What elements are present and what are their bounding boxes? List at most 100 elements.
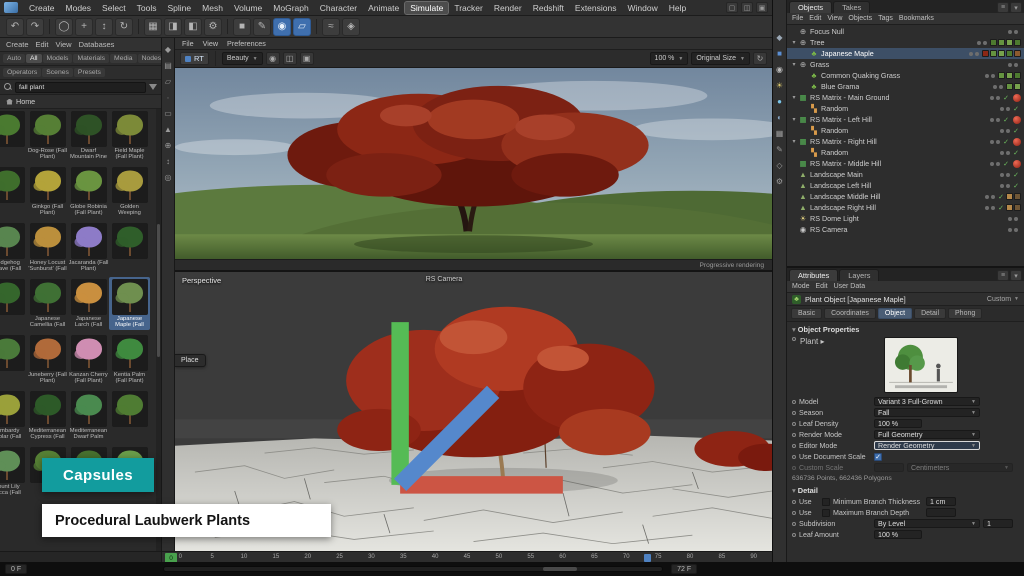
object-manager-menu-objects[interactable]: Objects (848, 15, 872, 22)
filter-tab-nodes[interactable]: Nodes (138, 54, 162, 63)
collapse-icon[interactable]: ▾ (790, 138, 798, 145)
object-manager-menu-bookmarks[interactable]: Bookmarks (899, 15, 934, 22)
visibility-dots[interactable] (1000, 107, 1010, 111)
menu-render[interactable]: Render (489, 2, 527, 14)
cube-icon[interactable]: ■ (775, 48, 785, 58)
asset-item-golden-weeping-willow-fall-plant[interactable]: Golden Weeping Willow (Fall Plant) (109, 165, 150, 218)
section-tab-detail[interactable]: Detail (914, 308, 946, 319)
object-manager-menu-file[interactable]: File (792, 15, 803, 22)
filter-tab-media[interactable]: Media (110, 54, 137, 63)
menu-spline[interactable]: Spline (163, 2, 197, 14)
render-visibility-dot-icon[interactable] (1014, 63, 1018, 67)
asset-item-japanese-maple-fall-plant[interactable]: Japanese Maple (Fall Plant) (109, 277, 150, 330)
scale-tool-icon[interactable]: ↕ (95, 18, 113, 36)
tree-item-common-quaking-grass[interactable]: ♣Common Quaking Grass (787, 70, 1024, 81)
editor-visibility-dot-icon[interactable] (990, 118, 994, 122)
render-visibility-dot-icon[interactable] (991, 195, 995, 199)
tree-item-random[interactable]: ▚Random✓ (787, 125, 1024, 136)
attribute-menu-mode[interactable]: Mode (792, 283, 810, 290)
field-editor-mode-select[interactable]: Render Geometry▼ (874, 441, 980, 450)
tree-item-landscape-right-hill[interactable]: ▲Landscape Right Hill✓ (787, 202, 1024, 213)
detail-maximum-branch-depth-checkbox[interactable]: ✓ (822, 509, 830, 517)
editor-visibility-dot-icon[interactable] (990, 140, 994, 144)
render-visibility-dot-icon[interactable] (1006, 173, 1010, 177)
preview-range-handle[interactable] (644, 554, 651, 562)
layout-standard-icon[interactable]: ▢ (726, 2, 738, 13)
material-tag-icon[interactable] (1014, 72, 1021, 79)
render-visibility-dot-icon[interactable] (1014, 228, 1018, 232)
light-icon[interactable]: ☀ (775, 80, 785, 90)
render-settings-icon[interactable]: ⚙ (204, 18, 222, 36)
material-tag-icon[interactable] (982, 50, 989, 57)
render-visibility-dot-icon[interactable] (975, 52, 979, 56)
asset-item-dwarf-mountain-pine-fall-plant[interactable]: Dwarf Mountain Pine (Fall Plant) (68, 109, 109, 162)
menu-modes[interactable]: Modes (61, 2, 97, 14)
enabled-check-icon[interactable]: ✓ (998, 193, 1004, 201)
preset-select[interactable]: Custom ▼ (987, 296, 1019, 303)
polygons-mode-icon[interactable]: ▲ (163, 124, 173, 134)
asset-menu-edit[interactable]: Edit (36, 40, 49, 49)
redshift-material-tag-icon[interactable] (1013, 138, 1021, 146)
visibility-dots[interactable] (993, 85, 1003, 89)
menu-window[interactable]: Window (623, 2, 663, 14)
pointer-icon[interactable]: ◆ (775, 32, 785, 42)
asset-item-lombardy-poplar-fall-plant[interactable]: Lombardy Poplar (Fall Plant) (0, 389, 27, 442)
menu-volume[interactable]: Volume (229, 2, 267, 14)
collapse-icon[interactable]: ▾ (790, 61, 798, 68)
redshift-material-tag-icon[interactable] (1013, 160, 1021, 168)
editor-visibility-dot-icon[interactable] (1000, 107, 1004, 111)
menu-create[interactable]: Create (24, 2, 60, 14)
edges-mode-icon[interactable]: ▭ (163, 108, 173, 118)
menu-mesh[interactable]: Mesh (197, 2, 228, 14)
redo-icon[interactable]: ↷ (26, 18, 44, 36)
editor-visibility-dot-icon[interactable] (985, 195, 989, 199)
visibility-dots[interactable] (985, 74, 995, 78)
render-visibility-dot-icon[interactable] (1006, 129, 1010, 133)
render-visibility-dot-icon[interactable] (1014, 30, 1018, 34)
render-visibility-dot-icon[interactable] (1006, 184, 1010, 188)
render-visibility-dot-icon[interactable] (983, 41, 987, 45)
render-visibility-dot-icon[interactable] (1006, 107, 1010, 111)
object-manager-menu-edit[interactable]: Edit (809, 15, 821, 22)
tree-item-random[interactable]: ▚Random✓ (787, 147, 1024, 158)
asset-menu-view[interactable]: View (55, 40, 71, 49)
zoom-select[interactable]: 100 % ▼ (650, 52, 689, 65)
field-model-select[interactable]: Variant 3 Full-Grown▼ (874, 397, 980, 406)
mograph-icon[interactable]: ◈ (342, 18, 360, 36)
asset-item-honey-locust-sunburst-fall-plant[interactable]: Honey Locust 'Sunburst' (Fall Plant) (27, 221, 68, 274)
object-properties-heading[interactable]: Object Properties (787, 322, 1024, 335)
render-visibility-dot-icon[interactable] (996, 96, 1000, 100)
material-tag-icon[interactable] (998, 39, 1005, 46)
material-tag-icon[interactable] (1014, 83, 1021, 90)
menu-help[interactable]: Help (664, 2, 691, 14)
material-tag-icon[interactable] (1014, 204, 1021, 211)
lock-icon[interactable]: ▣ (300, 52, 314, 65)
tree-item-landscape-main[interactable]: ▲Landscape Main✓ (787, 169, 1024, 180)
anim-dot-icon[interactable] (792, 422, 796, 426)
render-visibility-dot-icon[interactable] (999, 85, 1003, 89)
filter-tab-models[interactable]: Models (43, 54, 73, 63)
visibility-dots[interactable] (1000, 173, 1010, 177)
add-primitive-icon[interactable]: ■ (233, 18, 251, 36)
timeline-scroll-handle[interactable] (543, 567, 577, 571)
render-pass-select[interactable]: Beauty ▼ (222, 52, 263, 65)
enabled-check-icon[interactable]: ✓ (1013, 171, 1019, 179)
editor-visibility-dot-icon[interactable] (969, 52, 973, 56)
render-view-menu-preferences[interactable]: Preferences (227, 39, 266, 48)
visibility-dots[interactable] (1000, 129, 1010, 133)
collapse-icon[interactable]: ▾ (790, 116, 798, 123)
camera-icon[interactable]: ◉ (775, 64, 785, 74)
detail-subdivision-level-input[interactable]: 1 (983, 519, 1013, 528)
compare-icon[interactable]: ◫ (283, 52, 297, 65)
plant-preview-thumbnail[interactable] (884, 337, 958, 393)
render-visibility-dot-icon[interactable] (991, 206, 995, 210)
menu-tracker[interactable]: Tracker (449, 2, 488, 14)
category-tab-operators[interactable]: Operators (3, 68, 41, 77)
menu-tools[interactable]: Tools (132, 2, 162, 14)
field-render-mode-select[interactable]: Full Geometry▼ (874, 430, 980, 439)
field-season-select[interactable]: Fall▼ (874, 408, 980, 417)
material-tag-icon[interactable] (1006, 39, 1013, 46)
render-view-menu-view[interactable]: View (203, 39, 218, 48)
editor-visibility-dot-icon[interactable] (1000, 129, 1004, 133)
editor-visibility-dot-icon[interactable] (990, 162, 994, 166)
